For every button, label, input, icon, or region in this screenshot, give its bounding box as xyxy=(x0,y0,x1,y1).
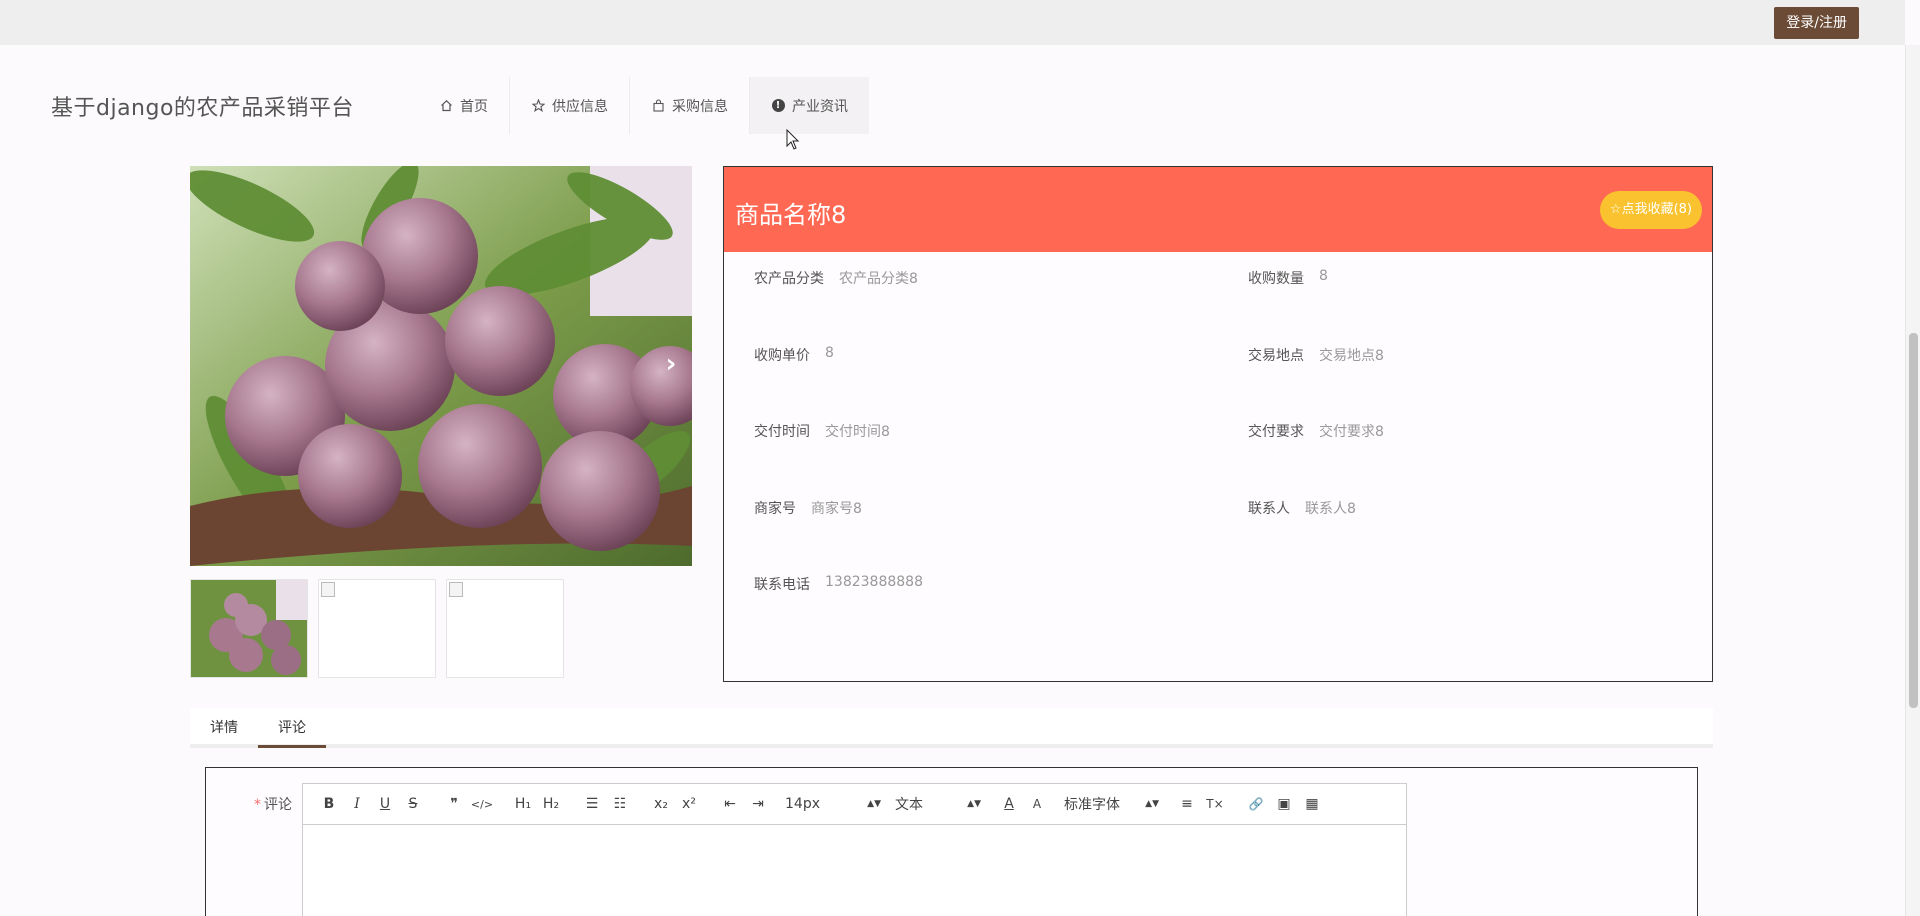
field-delivery-time: 交付时间 交付时间8 xyxy=(754,424,890,440)
nav-item-home[interactable]: 首页 xyxy=(418,77,509,134)
site-title: 基于django的农产品采销平台 xyxy=(51,96,354,121)
field-phone: 联系电话 13823888888 xyxy=(754,574,923,593)
field-unit-price: 收购单价 8 xyxy=(754,345,834,364)
nav-item-purchase[interactable]: 采购信息 xyxy=(629,77,749,134)
info-icon: ! xyxy=(771,99,785,113)
quote-icon[interactable]: ❞ xyxy=(440,792,468,816)
main-nav: 首页 供应信息 采购信息 ! 产业资讯 xyxy=(418,77,869,134)
subscript-button[interactable]: x₂ xyxy=(647,792,675,816)
tab-details[interactable]: 详情 xyxy=(190,708,258,748)
field-location: 交易地点 交易地点8 xyxy=(1248,348,1384,364)
mouse-cursor-icon xyxy=(786,129,800,150)
chevron-updown-icon: ▲▼ xyxy=(1145,799,1159,809)
favorite-button[interactable]: ☆点我收藏(8) xyxy=(1599,191,1702,229)
star-icon xyxy=(531,99,545,113)
nav-label: 产业资讯 xyxy=(792,98,848,115)
clear-format-icon[interactable]: T× xyxy=(1201,792,1229,816)
field-quantity: 收购数量 8 xyxy=(1248,268,1328,287)
detail-tabs: 详情 评论 xyxy=(190,708,1713,748)
rich-text-editor[interactable]: B I U S ❞ </> H₁ H₂ ☰ ☷ x₂ x² ⇤ ⇥ 14px ▲… xyxy=(302,783,1407,916)
text-color-icon[interactable]: A xyxy=(995,792,1023,816)
nav-item-news[interactable]: ! 产业资讯 xyxy=(749,77,869,134)
plum-thumbnail xyxy=(191,580,307,677)
product-header: 商品名称8 ☆点我收藏(8) xyxy=(724,167,1712,252)
broken-image-icon xyxy=(321,582,335,597)
text-style-select[interactable]: 文本 ▲▼ xyxy=(895,792,981,816)
nav-label: 采购信息 xyxy=(672,98,728,115)
nav-label: 首页 xyxy=(460,98,488,115)
italic-button[interactable]: I xyxy=(343,792,371,816)
bullet-list-icon[interactable]: ☷ xyxy=(606,792,634,816)
product-name: 商品名称8 xyxy=(735,201,847,229)
product-info-panel: 商品名称8 ☆点我收藏(8) 农产品分类 农产品分类8 收购数量 8 收购单价 8 交… xyxy=(723,166,1713,682)
tab-comments[interactable]: 评论 xyxy=(258,708,326,748)
indent-icon[interactable]: ⇥ xyxy=(744,792,772,816)
field-merchant-id: 商家号 商家号8 xyxy=(754,501,862,517)
field-delivery-requirement: 交付要求 交付要求8 xyxy=(1248,424,1384,440)
code-icon[interactable]: </> xyxy=(468,792,496,816)
field-category: 农产品分类 农产品分类8 xyxy=(754,271,918,287)
link-icon[interactable]: 🔗 xyxy=(1242,792,1270,816)
comment-form: * 评论 B I U S ❞ </> H₁ H₂ ☰ ☷ x₂ x² ⇤ ⇥ 1… xyxy=(205,767,1698,916)
plum-photo xyxy=(190,166,692,566)
product-main-image[interactable]: › xyxy=(190,166,692,566)
underline-button[interactable]: U xyxy=(371,792,399,816)
editor-toolbar: B I U S ❞ </> H₁ H₂ ☰ ☷ x₂ x² ⇤ ⇥ 14px ▲… xyxy=(303,784,1406,825)
field-contact-person: 联系人 联系人8 xyxy=(1248,501,1356,517)
broken-image-icon xyxy=(449,582,463,597)
align-icon[interactable]: ≡ xyxy=(1173,792,1201,816)
video-icon[interactable]: ▦ xyxy=(1298,792,1326,816)
ordered-list-icon[interactable]: ☰ xyxy=(578,792,606,816)
bag-icon xyxy=(651,99,665,113)
page-scrollbar[interactable] xyxy=(1905,45,1920,916)
thumbnail-3[interactable] xyxy=(446,579,564,678)
nav-item-supply[interactable]: 供应信息 xyxy=(509,77,629,134)
background-color-icon[interactable]: A xyxy=(1023,792,1051,816)
thumbnail-1[interactable] xyxy=(190,579,308,678)
strike-button[interactable]: S xyxy=(399,792,427,816)
font-family-select[interactable]: 标准字体 ▲▼ xyxy=(1064,792,1159,816)
outdent-icon[interactable]: ⇤ xyxy=(716,792,744,816)
nav-label: 供应信息 xyxy=(552,98,608,115)
login-register-button[interactable]: 登录/注册 xyxy=(1774,7,1859,39)
bold-button[interactable]: B xyxy=(315,792,343,816)
chevron-updown-icon: ▲▼ xyxy=(867,799,881,809)
header2-button[interactable]: H₂ xyxy=(537,792,565,816)
next-image-button[interactable]: › xyxy=(660,349,682,379)
superscript-button[interactable]: x² xyxy=(675,792,703,816)
header1-button[interactable]: H₁ xyxy=(509,792,537,816)
image-icon[interactable]: ▣ xyxy=(1270,792,1298,816)
chevron-updown-icon: ▲▼ xyxy=(967,799,981,809)
home-icon xyxy=(439,99,453,113)
thumbnail-2[interactable] xyxy=(318,579,436,678)
comment-label: * 评论 xyxy=(254,797,292,813)
top-bar: 登录/注册 xyxy=(0,0,1905,45)
scrollbar-thumb[interactable] xyxy=(1909,333,1918,708)
font-size-select[interactable]: 14px ▲▼ xyxy=(785,792,881,816)
